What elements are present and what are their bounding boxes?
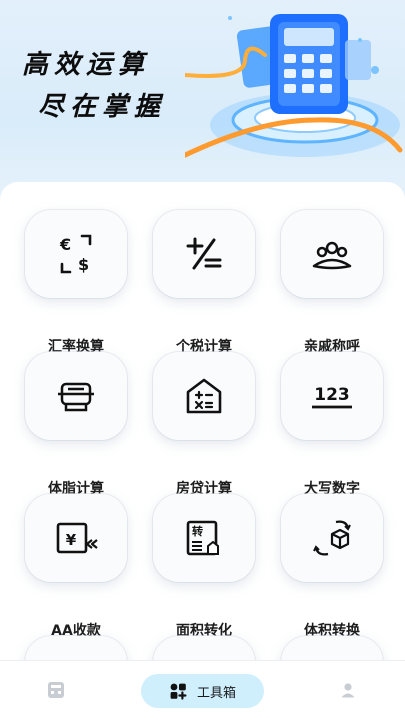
tool-tile-partial[interactable] — [25, 636, 127, 660]
house-loan-icon — [186, 378, 222, 414]
svg-text:123: 123 — [314, 385, 350, 405]
aa-payment-icon: ¥ — [56, 522, 98, 554]
svg-text:$: $ — [78, 255, 89, 274]
tool-uppercase-number[interactable]: 123 — [281, 352, 383, 440]
area-convert-icon: 转 — [186, 520, 219, 556]
relatives-icon — [312, 241, 352, 270]
tab-toolbox-label: 工具箱 — [196, 685, 236, 701]
banner: 高效运算 尽在掌握 — [0, 0, 405, 200]
tool-tile-partial[interactable] — [281, 636, 383, 660]
svg-text:转: 转 — [192, 524, 203, 538]
tool-relatives[interactable] — [281, 210, 383, 298]
tool-volume-convert[interactable] — [281, 494, 383, 582]
tool-area-convert[interactable]: 转 — [153, 494, 255, 582]
tool-house-loan[interactable] — [153, 352, 255, 440]
tool-tax[interactable] — [153, 210, 255, 298]
svg-text:¥: ¥ — [66, 531, 77, 549]
tools-panel: € $ 汇率换算 个税计算 亲戚称呼 体脂计算 房贷计算 123 大写数字 ¥ … — [0, 182, 405, 660]
banner-slogan-line1: 高效运算 — [22, 50, 151, 80]
toolbox-icon — [170, 683, 187, 700]
calculator-illustration — [185, 14, 403, 158]
currency-exchange-icon: € $ — [59, 234, 92, 274]
body-fat-scale-icon — [58, 382, 94, 412]
svg-text:€: € — [59, 235, 71, 254]
bottom-tab-bar: 工具箱 — [0, 660, 405, 720]
banner-slogan-line2: 尽在掌握 — [9, 86, 221, 124]
profile-tab-icon[interactable] — [339, 681, 357, 699]
volume-convert-icon — [313, 520, 351, 556]
tax-plus-minus-icon — [186, 237, 222, 270]
tool-currency-exchange[interactable]: € $ — [25, 210, 127, 298]
tab-toolbox[interactable]: 工具箱 — [141, 674, 264, 708]
tool-aa-payment[interactable]: ¥ — [25, 494, 127, 582]
tool-tile-partial[interactable] — [153, 636, 255, 660]
number-123-icon: 123 — [312, 385, 352, 409]
calculator-tab-icon[interactable] — [46, 681, 66, 699]
tool-body-fat[interactable] — [25, 352, 127, 440]
